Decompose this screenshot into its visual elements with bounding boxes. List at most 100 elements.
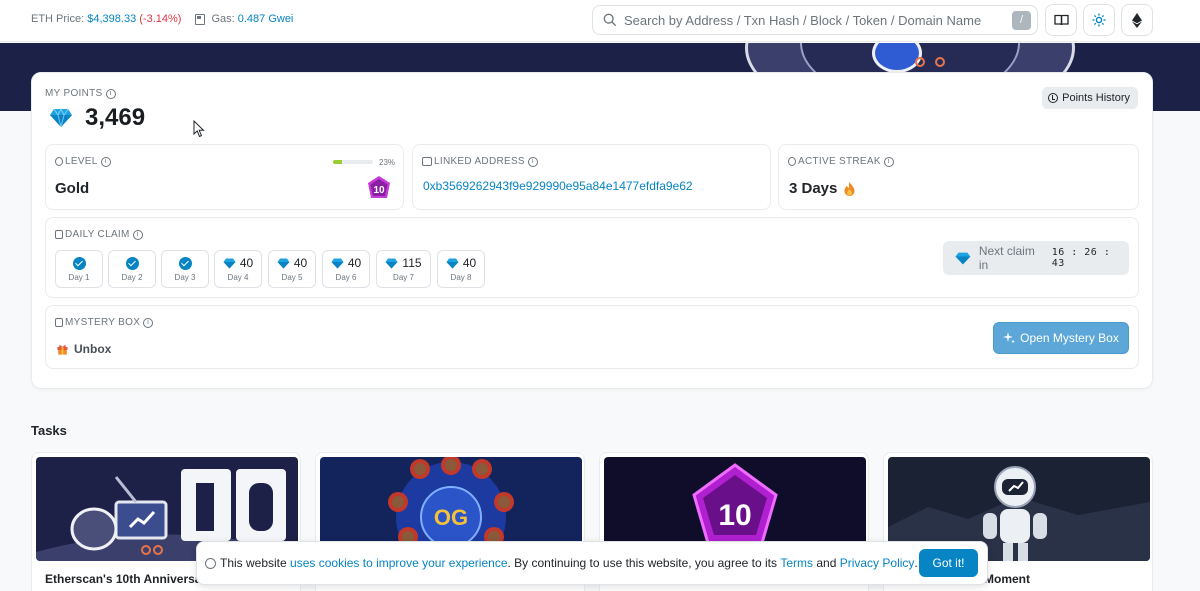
- day-claim-7[interactable]: 115 Day 7: [376, 250, 431, 288]
- cookie-consent-banner: This website uses cookies to improve you…: [196, 541, 988, 585]
- cookie-accept-button[interactable]: Got it!: [919, 549, 978, 577]
- book-button[interactable]: [1045, 4, 1077, 36]
- day-label: Day 4: [227, 273, 249, 282]
- info-icon[interactable]: i: [527, 156, 538, 167]
- level-label-text: LEVEL: [65, 156, 98, 167]
- open-mystery-box-label: Open Mystery Box: [1020, 331, 1119, 345]
- day-label: Day 6: [335, 273, 357, 282]
- search-icon: [603, 13, 617, 27]
- level-progress-bar: [333, 160, 373, 164]
- task-title: Etherscan's 10th Anniversa: [45, 572, 202, 586]
- active-streak-panel: ACTIVE STREAK i 3 Days: [778, 144, 1139, 210]
- gas-value[interactable]: 0.487 Gwei: [238, 13, 294, 25]
- active-streak-label-text: ACTIVE STREAK: [798, 156, 881, 167]
- mystery-box-label-text: MYSTERY BOX: [65, 317, 141, 328]
- top-bar: ETH Price: $4,398.33 (-3.14%) Gas: 0.487…: [0, 0, 1200, 42]
- privacy-policy-link[interactable]: Privacy Policy: [840, 556, 915, 570]
- market-ticker: ETH Price: $4,398.33 (-3.14%) Gas: 0.487…: [31, 13, 293, 25]
- ethereum-icon: [1132, 12, 1142, 28]
- day-label: Day 3: [174, 273, 196, 282]
- search-input[interactable]: [624, 12, 1004, 28]
- points-display: 3,469: [49, 104, 145, 132]
- diamond-icon: [50, 108, 72, 128]
- cookie-text: .: [914, 556, 918, 570]
- sparkle-icon: [55, 318, 63, 327]
- check-circle-icon: [126, 257, 139, 270]
- day-claim-8[interactable]: 40 Day 8: [437, 250, 485, 288]
- day-claim-6[interactable]: 40 Day 6: [322, 250, 370, 288]
- info-icon[interactable]: i: [143, 317, 154, 328]
- info-icon[interactable]: i: [883, 156, 894, 167]
- day-label: Day 2: [121, 273, 143, 282]
- linked-address-link[interactable]: 0xb3569262943f9e929990e95a84e1477efdfa9e…: [423, 179, 693, 193]
- mouse-cursor-icon: [193, 120, 205, 138]
- day-reward-amount: 40: [293, 256, 308, 270]
- day-claim-1[interactable]: Day 1: [55, 250, 103, 288]
- level-panel: LEVEL i 23% Gold 10: [45, 144, 404, 210]
- day-reward: 40: [323, 256, 369, 270]
- open-mystery-box-button[interactable]: Open Mystery Box: [993, 322, 1129, 354]
- day-label: Day 8: [450, 273, 472, 282]
- daily-claim-label-text: DAILY CLAIM: [65, 229, 130, 240]
- flame-icon: [844, 181, 855, 196]
- day-claim-5[interactable]: 40 Day 5: [268, 250, 316, 288]
- linked-address-panel: LINKED ADDRESS i 0xb3569262943f9e929990e…: [412, 144, 771, 210]
- cookie-text: and: [816, 556, 837, 570]
- diamond-icon: [955, 252, 971, 264]
- eth-price-value[interactable]: $4,398.33: [87, 13, 136, 25]
- gas-pump-icon: [195, 13, 206, 25]
- day-claim-3[interactable]: Day 3: [161, 250, 209, 288]
- clock-icon: [1048, 93, 1059, 103]
- day-reward: 40: [215, 256, 261, 270]
- streak-value: 3 Days: [789, 180, 838, 197]
- level-progress-fill: [333, 160, 343, 164]
- level-label: LEVEL i: [55, 156, 111, 167]
- diamond-icon: [331, 258, 344, 268]
- level-progress-text: 23%: [379, 158, 396, 167]
- day-reward-amount: 115: [402, 256, 422, 270]
- banner-light: [915, 57, 925, 67]
- network-selector-button[interactable]: [1121, 4, 1153, 36]
- svg-text:10: 10: [718, 499, 751, 532]
- diamond-icon: [277, 258, 290, 268]
- sun-icon: [1092, 13, 1106, 27]
- info-icon[interactable]: i: [105, 88, 116, 99]
- next-claim-countdown: Next claim in 16 : 26 : 43: [943, 241, 1129, 275]
- theme-toggle-button[interactable]: [1083, 4, 1115, 36]
- mystery-box-label: MYSTERY BOX i: [55, 317, 154, 328]
- day-label: Day 7: [393, 273, 414, 282]
- mystery-box-panel: MYSTERY BOX i Unbox Open Mystery Box: [45, 305, 1139, 369]
- diamond-icon: [446, 258, 459, 268]
- info-icon[interactable]: i: [132, 229, 143, 240]
- gift-icon: [57, 345, 68, 355]
- check-circle-icon: [179, 257, 192, 270]
- day-reward-amount: 40: [239, 256, 254, 270]
- book-icon: [1053, 14, 1069, 26]
- active-streak-label: ACTIVE STREAK i: [788, 156, 894, 167]
- my-points-label-text: MY POINTS: [45, 88, 103, 99]
- cookie-icon: [205, 557, 216, 569]
- cookie-policy-link[interactable]: uses cookies to improve your experience: [290, 556, 507, 570]
- next-claim-timer: 16 : 26 : 43: [1051, 247, 1111, 269]
- task-title: Moment: [984, 572, 1030, 586]
- check-circle-icon: [73, 257, 86, 270]
- terms-link[interactable]: Terms: [780, 556, 813, 570]
- my-points-label: MY POINTS i: [45, 88, 116, 99]
- day-claim-2[interactable]: Day 2: [108, 250, 156, 288]
- points-history-label: Points History: [1062, 92, 1130, 104]
- day-label: Day 1: [68, 273, 90, 282]
- svg-text:OG: OG: [434, 505, 468, 530]
- banner-light: [935, 57, 945, 67]
- streak-icon: [788, 157, 796, 166]
- unbox-label: Unbox: [74, 342, 112, 356]
- streak-value-row: 3 Days: [789, 180, 855, 197]
- points-history-button[interactable]: Points History: [1042, 87, 1138, 109]
- day-reward: 115: [377, 256, 430, 270]
- eth-price-change: (-3.14%): [139, 13, 182, 25]
- day-reward: 40: [438, 256, 484, 270]
- info-icon[interactable]: i: [100, 156, 111, 167]
- day-claim-4[interactable]: 40 Day 4: [214, 250, 262, 288]
- level-badge-number: 10: [373, 185, 385, 196]
- cookie-text: . By continuing to use this website, you…: [507, 556, 777, 570]
- cookie-text: This website: [220, 556, 287, 570]
